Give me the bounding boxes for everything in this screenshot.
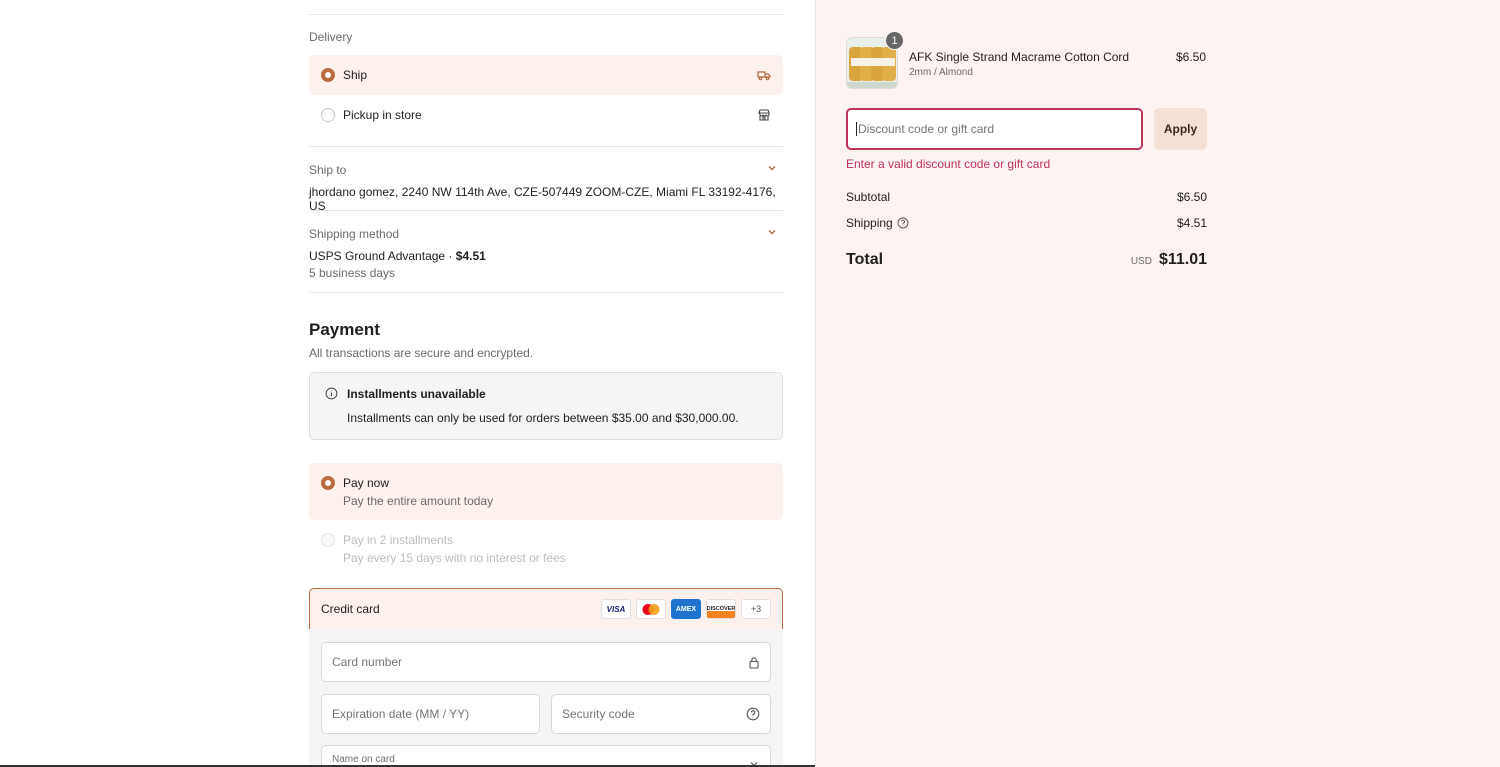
ship-to-label: Ship to [309, 163, 347, 177]
shipping-row: Shipping $4.51 [846, 216, 1207, 230]
shipping-label: Shipping [846, 216, 893, 230]
mastercard-icon [636, 599, 666, 619]
total-row: Total USD $11.01 [846, 251, 1207, 269]
subtotal-row: Subtotal $6.50 [846, 190, 1207, 204]
credit-card-option[interactable]: Credit card VISA AMEX DISCOVER +3 [309, 588, 783, 630]
product-name: AFK Single Strand Macrame Cotton Cord [909, 50, 1130, 64]
text-cursor [856, 122, 857, 136]
pickup-radio[interactable] [321, 108, 335, 122]
order-summary: 1 AFK Single Strand Macrame Cotton Cord … [815, 0, 1500, 767]
apply-button[interactable]: Apply [1154, 108, 1207, 150]
card-number-field[interactable] [321, 642, 771, 682]
discount-error: Enter a valid discount code or gift card [846, 157, 1051, 171]
ship-radio[interactable] [321, 68, 335, 82]
name-on-card-field[interactable]: Name on card [321, 745, 771, 767]
payment-title: Payment [309, 320, 380, 339]
shipping-method-eta: 5 business days [309, 266, 396, 280]
pay-installments-option: Pay in 2 installments Pay every 15 days … [309, 520, 783, 577]
delivery-option-ship[interactable]: Ship [309, 55, 783, 95]
chevron-down-icon[interactable] [765, 225, 779, 239]
checkout-main: Delivery Ship Pickup in store Ship to jh… [0, 0, 815, 767]
product-variant: 2mm / Almond [909, 67, 973, 78]
shipping-method-price: $4.51 [455, 249, 486, 263]
visa-icon: VISA [601, 599, 631, 619]
pay-now-radio[interactable] [321, 476, 335, 490]
notice-title: Installments unavailable [347, 387, 486, 401]
pay-installments-title: Pay in 2 installments [343, 533, 454, 547]
pickup-label: Pickup in store [343, 108, 422, 122]
credit-card-form: Name on card [309, 629, 783, 767]
shipping-method-label: Shipping method [309, 227, 400, 241]
payment-subtitle: All transactions are secure and encrypte… [309, 346, 534, 360]
shipping-method-name: USPS Ground Advantage · [309, 249, 456, 263]
subtotal-value: $6.50 [1176, 190, 1207, 204]
security-code-field[interactable] [551, 694, 771, 734]
installments-notice: Installments unavailable Installments ca… [309, 372, 783, 440]
pay-now-desc: Pay the entire amount today [343, 494, 494, 508]
expiration-field[interactable] [321, 694, 540, 734]
more-brands-badge: +3 [741, 599, 771, 619]
delivery-label: Delivery [309, 30, 353, 44]
product-price: $6.50 [1175, 50, 1206, 64]
ship-label: Ship [343, 68, 368, 82]
shipping-value: $4.51 [1176, 216, 1207, 230]
amex-icon: AMEX [671, 599, 701, 619]
lock-icon [749, 656, 759, 669]
store-icon [757, 109, 770, 121]
pay-now-title: Pay now [343, 476, 390, 490]
discount-input[interactable] [858, 122, 1133, 136]
credit-card-label: Credit card [321, 602, 380, 616]
quantity-badge: 1 [885, 31, 904, 50]
currency-code: USD [1130, 256, 1152, 267]
name-on-card-label: Name on card [332, 754, 395, 765]
truck-icon [757, 71, 771, 81]
security-code-input[interactable] [562, 707, 746, 721]
shipping-method-line: USPS Ground Advantage · $4.51 [309, 249, 783, 263]
pay-now-option[interactable]: Pay now Pay the entire amount today [309, 463, 783, 520]
card-number-input[interactable] [332, 655, 748, 669]
divider [309, 146, 783, 147]
expiration-input[interactable] [332, 707, 529, 721]
delivery-option-pickup[interactable]: Pickup in store [309, 95, 783, 135]
info-icon [325, 387, 338, 400]
divider [309, 14, 783, 15]
help-icon[interactable] [746, 707, 760, 721]
divider [309, 210, 783, 211]
chevron-down-icon[interactable] [765, 161, 779, 175]
discover-icon: DISCOVER [706, 599, 736, 619]
notice-body: Installments can only be used for orders… [347, 411, 739, 425]
discount-field[interactable] [846, 108, 1143, 150]
divider [309, 292, 783, 293]
subtotal-label: Subtotal [846, 190, 891, 204]
pay-installments-radio [321, 533, 335, 547]
total-label: Total [846, 251, 884, 268]
help-icon[interactable] [897, 217, 909, 229]
total-value: $11.01 [1158, 251, 1207, 268]
pay-installments-desc: Pay every 15 days with no interest or fe… [343, 551, 566, 565]
ship-to-address: jhordano gomez, 2240 NW 114th Ave, CZE-5… [309, 185, 776, 213]
